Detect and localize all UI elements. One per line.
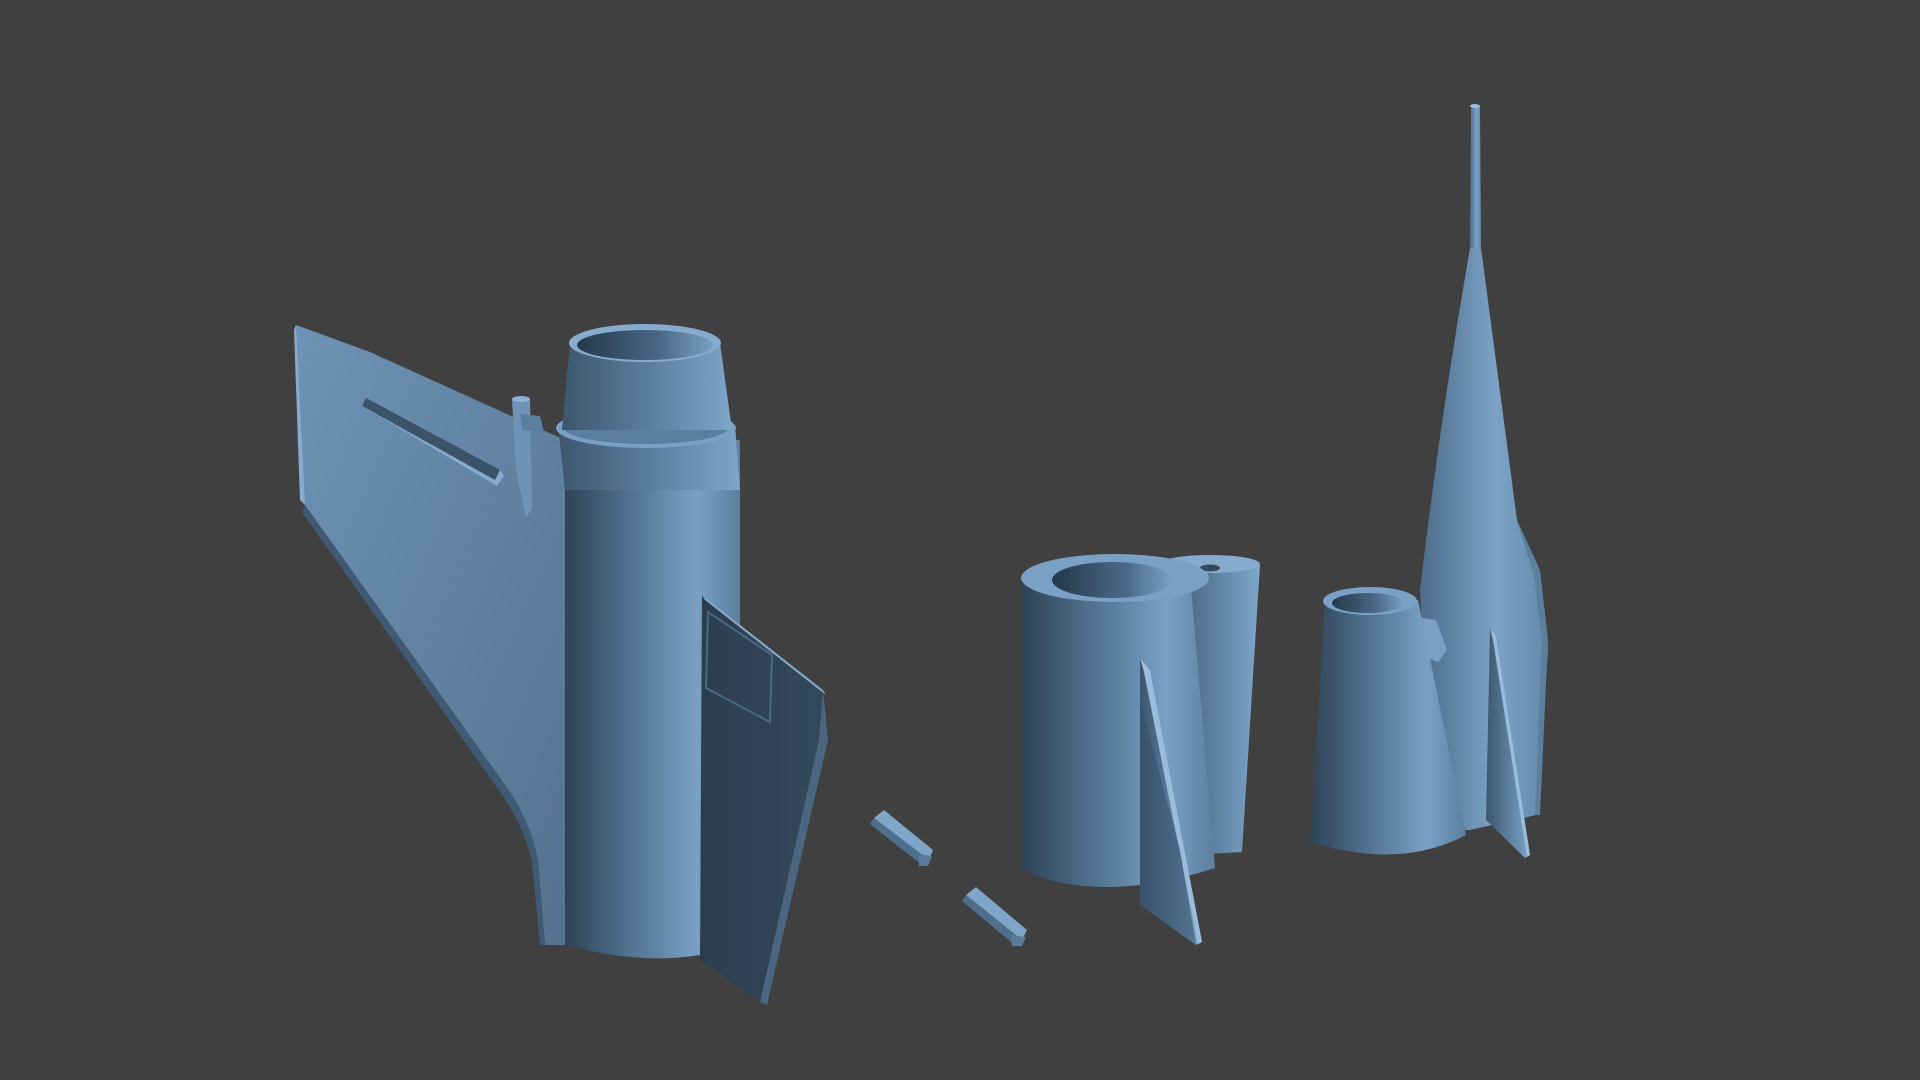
scene-render bbox=[294, 104, 1548, 1005]
3d-viewport[interactable] bbox=[0, 0, 1920, 1080]
small-strut-part-upper[interactable] bbox=[870, 810, 933, 866]
fuselage-with-wing-and-fin[interactable] bbox=[294, 324, 828, 1005]
antenna-rod bbox=[1470, 106, 1481, 248]
main-tube-opening bbox=[1052, 562, 1172, 598]
dual-tube-section-with-fin[interactable] bbox=[1021, 554, 1260, 945]
probe-base bbox=[520, 414, 544, 432]
small-probe-tip bbox=[512, 396, 530, 402]
main-tube bbox=[1022, 575, 1215, 888]
tapered-tube-opening bbox=[1332, 593, 1404, 613]
nozzle-opening bbox=[577, 330, 713, 360]
antenna-tip bbox=[1470, 104, 1480, 108]
small-strut-part-lower[interactable] bbox=[962, 887, 1027, 946]
